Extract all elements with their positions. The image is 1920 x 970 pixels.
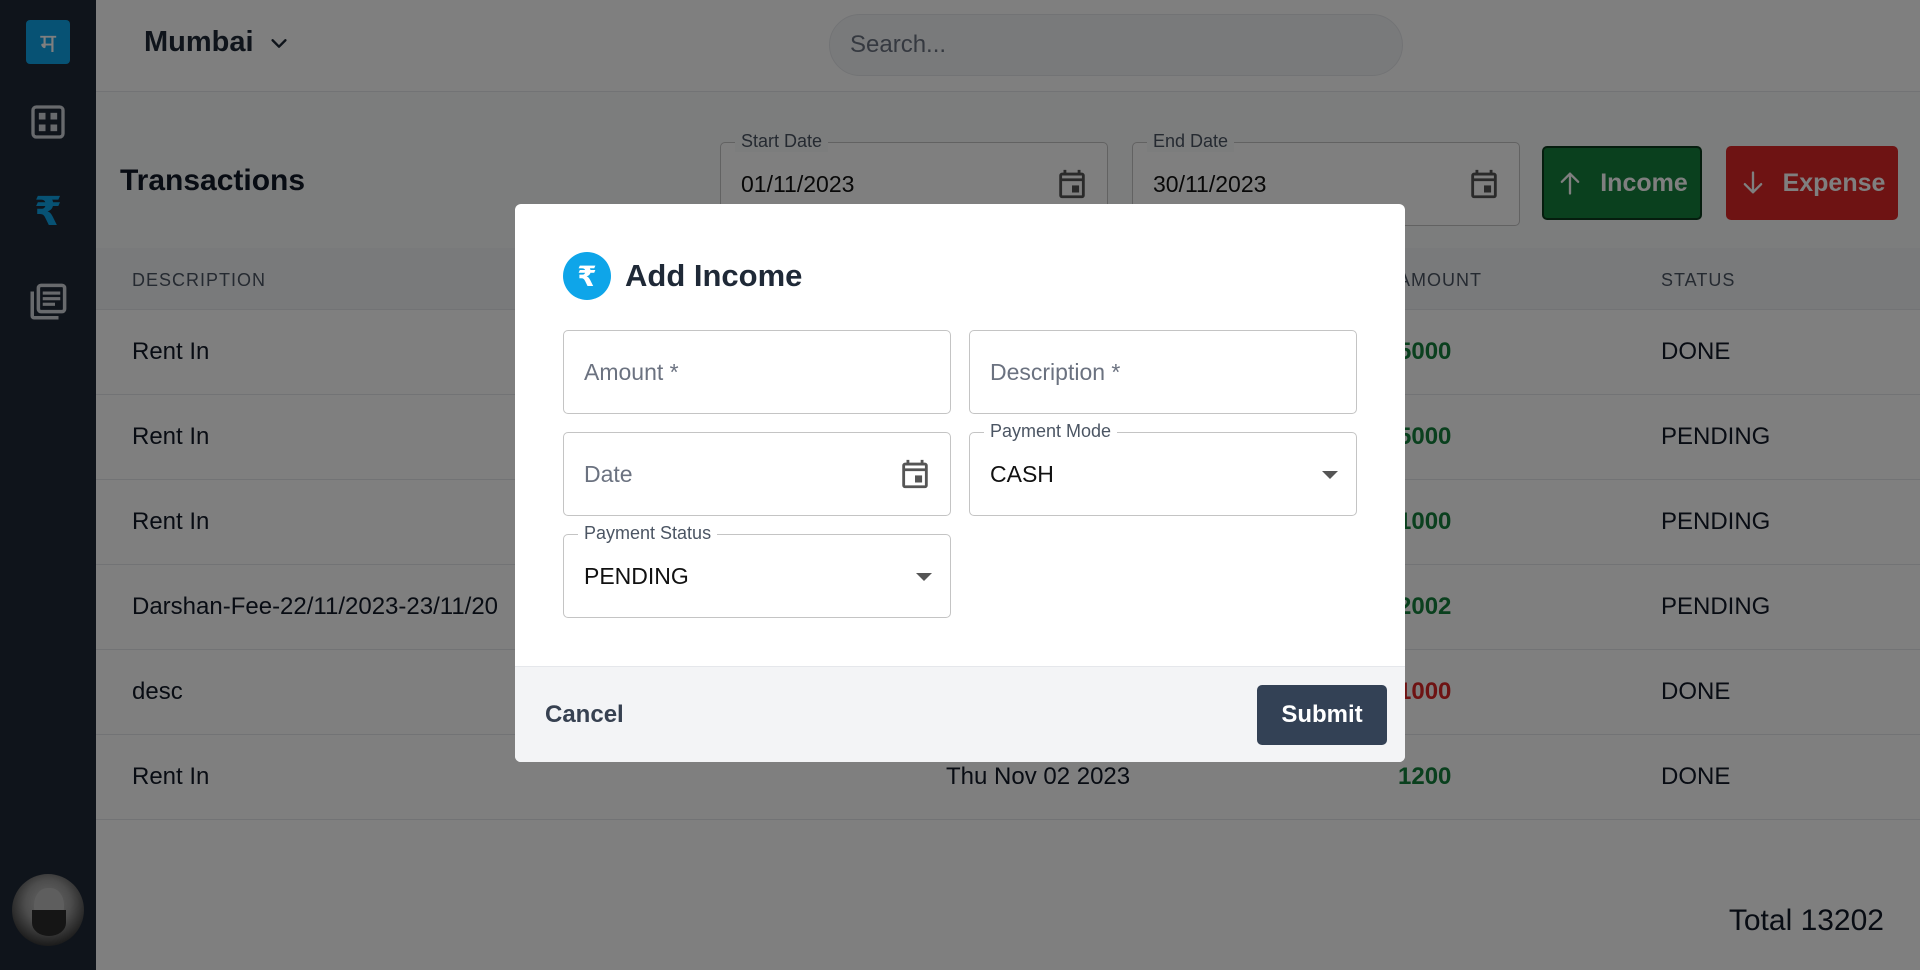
caret-down-icon xyxy=(916,573,932,581)
amount-field[interactable]: Amount * xyxy=(563,330,951,414)
add-income-dialog: ₹ Add Income Amount * Description * Date… xyxy=(515,204,1405,762)
dialog-footer: Cancel Submit xyxy=(515,666,1405,762)
submit-button[interactable]: Submit xyxy=(1257,685,1387,745)
cancel-button[interactable]: Cancel xyxy=(545,701,624,729)
rupee-icon: ₹ xyxy=(563,252,611,300)
calendar-icon[interactable] xyxy=(898,457,932,491)
payment-mode-label: Payment Mode xyxy=(984,421,1118,442)
date-placeholder: Date xyxy=(584,461,633,487)
date-field[interactable]: Date xyxy=(563,432,951,516)
dialog-header: ₹ Add Income xyxy=(563,252,802,300)
caret-down-icon xyxy=(1322,471,1338,479)
dialog-title: Add Income xyxy=(625,258,803,293)
payment-mode-select[interactable]: Payment Mode CASH xyxy=(969,421,1357,516)
amount-placeholder: Amount * xyxy=(584,359,679,385)
payment-status-value: PENDING xyxy=(584,563,689,589)
payment-status-label: Payment Status xyxy=(578,523,718,544)
payment-status-select[interactable]: Payment Status PENDING xyxy=(563,523,951,618)
description-field[interactable]: Description * xyxy=(969,330,1357,414)
payment-mode-value: CASH xyxy=(990,461,1054,487)
description-placeholder: Description * xyxy=(990,359,1121,385)
